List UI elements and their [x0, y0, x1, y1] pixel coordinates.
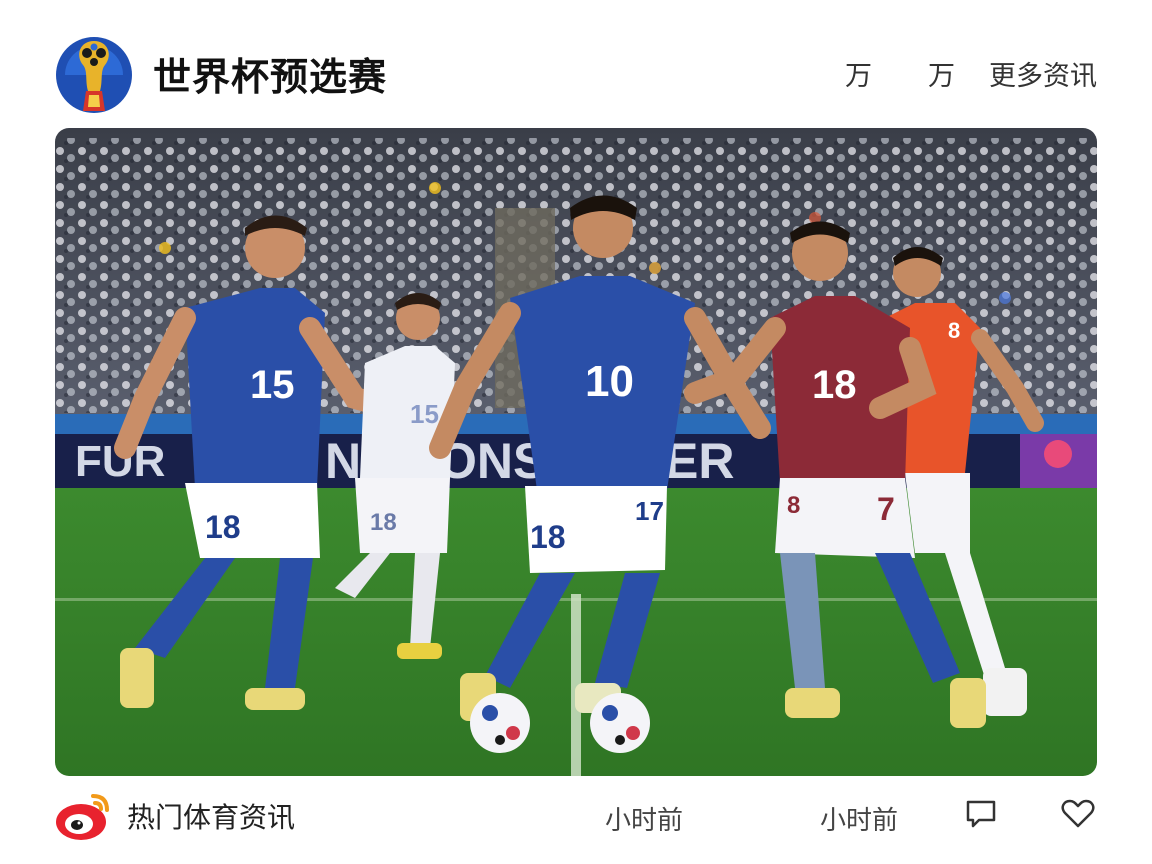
update-time: 小时前 — [820, 806, 899, 836]
svg-text:15: 15 — [410, 399, 439, 429]
svg-text:8: 8 — [948, 318, 960, 343]
svg-text:ER: ER — [665, 433, 734, 489]
svg-text:7: 7 — [877, 491, 895, 527]
source-name[interactable]: 热门体育资讯 — [127, 796, 295, 836]
svg-text:18: 18 — [812, 363, 857, 407]
svg-text:18: 18 — [370, 509, 397, 536]
card-header: 世界杯预选赛 万 万 更多资讯 — [55, 28, 1097, 118]
followers-count: 万 — [928, 60, 955, 92]
svg-text:15: 15 — [250, 363, 295, 407]
football-2 — [590, 693, 650, 753]
page-title: 世界杯预选赛 — [153, 54, 388, 99]
world-cup-trophy-icon — [55, 29, 133, 117]
news-card[interactable]: 世界杯预选赛 万 万 更多资讯 FUR ER 15 18 15 18 10 18… — [0, 0, 1152, 864]
views-count: 万 — [845, 60, 872, 92]
more-news-link[interactable]: 更多资讯 — [989, 54, 1097, 93]
match-photo[interactable]: FUR NATIONS ER 15 18 — [55, 128, 1097, 776]
weibo-icon — [55, 790, 111, 842]
football-1 — [470, 693, 530, 753]
header-stats: 万 万 更多资讯 — [845, 54, 1097, 93]
card-footer: 热门体育资讯 小时前 小时前 — [55, 786, 1097, 846]
svg-text:10: 10 — [585, 357, 634, 406]
publish-time: 小时前 — [605, 806, 684, 836]
comment-icon[interactable] — [963, 796, 999, 832]
svg-text:17: 17 — [635, 496, 664, 526]
heart-icon[interactable] — [1060, 796, 1096, 832]
svg-text:18: 18 — [530, 519, 566, 555]
svg-text:18: 18 — [205, 509, 241, 545]
svg-text:8: 8 — [787, 492, 800, 519]
